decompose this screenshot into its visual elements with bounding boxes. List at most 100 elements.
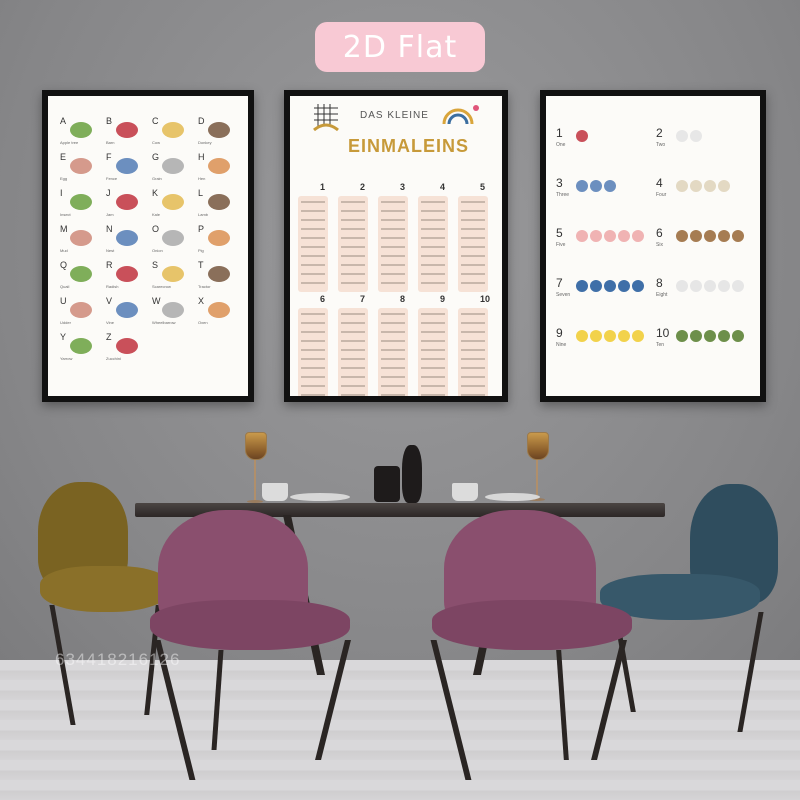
times-table-number: 5 (480, 182, 486, 192)
count-illustration (704, 230, 716, 242)
rainbow-doodle-icon (442, 105, 479, 125)
table-row (421, 322, 445, 324)
count-number: 1 (556, 126, 563, 140)
table-row (341, 331, 365, 333)
table-row (461, 237, 485, 239)
table-row (381, 264, 405, 266)
count-illustration (704, 280, 716, 292)
table-row (301, 228, 325, 230)
table-row (421, 376, 445, 378)
abc-word: Insect (60, 212, 71, 217)
table-row (421, 246, 445, 248)
abc-illustration (70, 266, 92, 282)
abc-letter: V (106, 296, 113, 306)
count-word: Five (556, 242, 566, 248)
table-row (421, 228, 445, 230)
table-row (421, 313, 445, 315)
abc-word: Lamb (198, 212, 209, 217)
table-row (341, 273, 365, 275)
table-row (341, 264, 365, 266)
table-row (421, 237, 445, 239)
times-table (458, 196, 488, 292)
table-row (421, 273, 445, 275)
table-row (421, 340, 445, 342)
abc-word: Apple tree (60, 140, 79, 145)
table-row (341, 210, 365, 212)
count-illustration (718, 330, 730, 342)
table-row (341, 201, 365, 203)
table-row (301, 340, 325, 342)
poster-subtitle: DAS KLEINE (360, 110, 429, 121)
table-row (341, 255, 365, 257)
count-number: 3 (556, 176, 563, 190)
abc-illustration (162, 158, 184, 174)
abc-illustration (70, 230, 92, 246)
abc-word: Hen (198, 176, 206, 181)
table-row (301, 219, 325, 221)
table-row (421, 367, 445, 369)
table-row (341, 322, 365, 324)
counting-poster: 1 One 2 Two 3 Three 4 Four 5 Five 6 Six 7 Seven 8 Eight… (546, 96, 760, 396)
table-row (421, 349, 445, 351)
watermark-text: 634418216126 (55, 650, 181, 669)
count-illustration (576, 230, 588, 242)
count-illustration (676, 180, 688, 192)
count-word: Eight (656, 292, 668, 298)
abc-illustration (208, 194, 230, 210)
table-row (421, 201, 445, 203)
count-number: 9 (556, 326, 563, 340)
count-number: 10 (656, 326, 670, 340)
times-table-number: 3 (400, 182, 406, 192)
abc-illustration (208, 302, 230, 318)
abc-word: Nest (106, 248, 115, 253)
count-illustration (732, 230, 744, 242)
count-illustration (604, 230, 616, 242)
abc-poster-frame: A Apple tree B Barn C Cow D Donkey E Egg F Fence G Gr… (42, 90, 254, 402)
abc-illustration (116, 302, 138, 318)
count-illustration (590, 330, 602, 342)
abc-letter: W (152, 296, 161, 306)
abc-word: Kale (152, 212, 161, 217)
table-row (421, 264, 445, 266)
times-table (458, 308, 488, 396)
table-row (381, 358, 405, 360)
abc-letter: X (198, 296, 205, 306)
tall-black-vase (402, 445, 422, 503)
count-illustration (732, 280, 744, 292)
table-row (341, 376, 365, 378)
table-row (341, 228, 365, 230)
abc-word: Mud (60, 248, 68, 253)
count-illustration (704, 180, 716, 192)
abc-word: Udder (60, 320, 71, 325)
count-illustration (676, 330, 688, 342)
abc-illustration (70, 158, 92, 174)
table-row (461, 322, 485, 324)
table-row (381, 255, 405, 257)
count-illustration (690, 230, 702, 242)
count-illustration (576, 180, 588, 192)
count-number: 7 (556, 276, 563, 290)
count-illustration (732, 330, 744, 342)
table-row (341, 237, 365, 239)
abc-poster: A Apple tree B Barn C Cow D Donkey E Egg F Fence G Gr… (48, 96, 248, 396)
count-word: Ten (656, 342, 665, 348)
table-row (301, 255, 325, 257)
count-number: 4 (656, 176, 663, 190)
flat-badge: 2D Flat (315, 22, 485, 72)
table-row (381, 237, 405, 239)
count-illustration (676, 130, 688, 142)
abc-word: Egg (60, 176, 68, 181)
table-row (461, 358, 485, 360)
table-row (381, 322, 405, 324)
count-illustration (604, 330, 616, 342)
table-row (301, 282, 325, 284)
times-table-number: 7 (360, 294, 366, 304)
table-row (381, 376, 405, 378)
table-row (461, 246, 485, 248)
table-row (381, 313, 405, 315)
table-row (341, 358, 365, 360)
abc-illustration (162, 122, 184, 138)
table-row (461, 282, 485, 284)
count-illustration (618, 230, 630, 242)
count-illustration (632, 280, 644, 292)
